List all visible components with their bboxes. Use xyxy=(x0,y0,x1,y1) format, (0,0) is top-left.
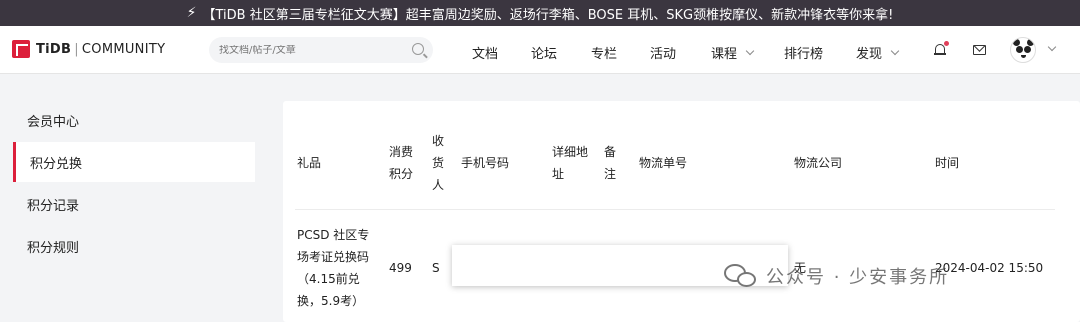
chevron-down-icon[interactable] xyxy=(1047,42,1057,52)
promo-banner-text[interactable]: 【TiDB 社区第三届专栏征文大赛】超丰富周边奖励、返场行李箱、BOSE 耳机、… xyxy=(203,4,894,23)
header-points-line2: 积分 xyxy=(389,167,414,181)
header-points-line1: 消费 xyxy=(389,145,414,159)
logo-text: TiDB | COMMUNITY xyxy=(36,41,166,57)
search-icon[interactable] xyxy=(412,43,424,55)
lightning-icon: ⚡ xyxy=(186,5,197,21)
top-navigation: TiDB|COMMUNITY 文档 论坛 专栏 活动 课程 排行榜 发现 xyxy=(0,26,1080,74)
header-tracking: 物流单号 xyxy=(639,156,688,170)
header-address-line2: 址 xyxy=(552,167,565,181)
nav-forum[interactable]: 论坛 xyxy=(531,43,557,62)
nav-column[interactable]: 专栏 xyxy=(591,43,617,62)
header-receiver-line1: 收 xyxy=(432,134,445,148)
header-address-line1: 详细地 xyxy=(552,145,589,159)
sidebar-item-points-record[interactable]: 积分记录 xyxy=(13,184,255,224)
nav-docs[interactable]: 文档 xyxy=(472,43,498,62)
exchange-table-panel: 礼品 消费 积分 收 货 人 手机号码 详细地 址 备 注 物流单号 物流公司 … xyxy=(283,101,1080,322)
wechat-icon xyxy=(724,262,758,290)
sidebar-item-member-center[interactable]: 会员中心 xyxy=(13,100,255,140)
search-box[interactable] xyxy=(209,37,433,63)
header-note-line2: 注 xyxy=(604,167,617,181)
header-time: 时间 xyxy=(935,156,960,170)
promo-banner[interactable]: ⚡ 【TiDB 社区第三届专栏征文大赛】超丰富周边奖励、返场行李箱、BOSE 耳… xyxy=(0,0,1080,26)
notification-dot xyxy=(944,41,949,46)
cell-gift-line4: 换，5.9考） xyxy=(297,294,365,308)
nav-leaderboard[interactable]: 排行榜 xyxy=(784,43,823,62)
header-gift: 礼品 xyxy=(297,156,322,170)
cell-gift-line2: 场考证兑换码 xyxy=(297,250,370,264)
cell-receiver: S xyxy=(432,261,440,275)
nav-courses[interactable]: 课程 xyxy=(711,43,755,62)
wechat-watermark: 公众号 · 少安事务所 xyxy=(724,262,949,290)
site-logo[interactable]: TiDB | COMMUNITY xyxy=(12,40,165,58)
nav-discover[interactable]: 发现 xyxy=(856,43,900,62)
tidb-logo-icon xyxy=(12,40,30,58)
header-receiver-line2: 货 xyxy=(432,156,445,170)
chevron-down-icon xyxy=(890,46,900,55)
header-company: 物流公司 xyxy=(794,156,843,170)
chevron-down-icon xyxy=(745,46,755,55)
mail-icon[interactable] xyxy=(973,45,986,55)
member-sidebar: 会员中心 积分兑换 积分记录 积分规则 xyxy=(13,100,255,268)
cell-time: 2024-04-02 15:50 xyxy=(935,261,1044,275)
header-phone: 手机号码 xyxy=(461,156,510,170)
header-note-line1: 备 xyxy=(604,145,617,159)
nav-events[interactable]: 活动 xyxy=(650,43,676,62)
watermark-text: 公众号 · 少安事务所 xyxy=(766,267,950,288)
header-receiver-line3: 人 xyxy=(432,178,445,192)
search-input[interactable] xyxy=(219,44,399,56)
user-avatar[interactable] xyxy=(1010,37,1036,63)
sidebar-item-points-exchange[interactable]: 积分兑换 xyxy=(13,142,255,182)
cell-gift-line3: （4.15前兑 xyxy=(297,272,360,286)
sidebar-item-points-rules[interactable]: 积分规则 xyxy=(13,226,255,266)
cell-gift-line1: PCSD 社区专 xyxy=(297,228,370,242)
notification-bell-icon[interactable] xyxy=(934,41,949,56)
table-divider xyxy=(295,209,1055,210)
cell-points: 499 xyxy=(389,261,412,275)
